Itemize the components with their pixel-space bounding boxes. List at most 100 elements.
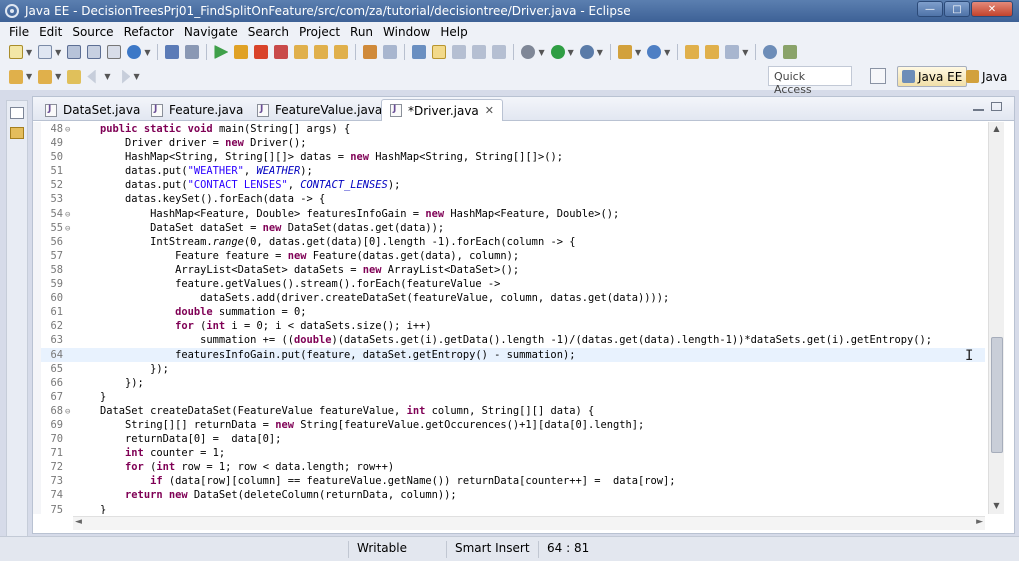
step-return-icon[interactable]	[334, 45, 349, 59]
scroll-left-icon[interactable]: ◄	[75, 517, 82, 527]
new-java-package-icon[interactable]	[617, 45, 632, 59]
code-line[interactable]: 75 }	[41, 503, 985, 514]
disconnect-icon[interactable]	[274, 45, 289, 59]
vertical-scrollbar[interactable]: ▲ ▼	[988, 122, 1004, 514]
code-line[interactable]: 73 if (data[row][column] == featureValue…	[41, 474, 985, 488]
run-icon[interactable]	[550, 45, 565, 59]
chevron-down-icon[interactable]: ▼	[26, 72, 32, 81]
menu-source[interactable]: Source	[67, 25, 118, 39]
chevron-down-icon[interactable]: ▼	[133, 72, 139, 81]
sync-icon[interactable]	[783, 45, 798, 59]
back-icon[interactable]	[87, 69, 96, 84]
terminate-icon[interactable]	[254, 45, 269, 59]
tab-dataset-java[interactable]: DataSet.java	[37, 99, 148, 121]
print-icon[interactable]	[107, 45, 122, 59]
horizontal-scrollbar[interactable]: ◄ ►	[73, 516, 985, 530]
maximize-editor-icon[interactable]	[991, 102, 1002, 111]
code-line[interactable]: 61 double summation = 0;	[41, 305, 985, 319]
code-line[interactable]: 52 datas.put("CONTACT LENSES", CONTACT_L…	[41, 178, 985, 192]
minimize-editor-icon[interactable]	[973, 102, 984, 111]
previous-annotation-icon[interactable]	[38, 69, 53, 84]
perspective-java-ee[interactable]: Java EE	[897, 66, 968, 87]
code-line[interactable]: 71 int counter = 1;	[41, 446, 985, 460]
code-line[interactable]: 72 for (int row = 1; row < data.length; …	[41, 460, 985, 474]
external-tools-icon[interactable]	[579, 45, 594, 59]
chevron-down-icon[interactable]: ▼	[664, 48, 670, 57]
pen-icon[interactable]	[725, 45, 740, 59]
chevron-down-icon[interactable]: ▼	[144, 48, 150, 57]
terminal-icon[interactable]	[165, 45, 180, 59]
close-button[interactable]: ✕	[971, 1, 1013, 17]
debug-icon[interactable]	[521, 45, 536, 59]
chevron-down-icon[interactable]: ▼	[104, 72, 110, 81]
fold-toggle-icon[interactable]: ⊖	[65, 123, 75, 137]
last-edit-location-icon[interactable]	[67, 69, 82, 84]
chevron-down-icon[interactable]: ▼	[635, 48, 641, 57]
menu-file[interactable]: File	[4, 25, 34, 39]
chevron-down-icon[interactable]: ▼	[742, 48, 748, 57]
close-icon[interactable]: ✕	[485, 104, 494, 117]
code-line[interactable]: 57 Feature feature = new Feature(datas.g…	[41, 249, 985, 263]
menu-search[interactable]: Search	[243, 25, 294, 39]
code-line[interactable]: 65 });	[41, 362, 985, 376]
minimize-button[interactable]: —	[917, 1, 943, 17]
save-icon[interactable]	[67, 45, 82, 59]
code-line[interactable]: 55 ⊖ DataSet dataSet = new DataSet(datas.…	[41, 221, 985, 235]
forward-icon[interactable]	[122, 69, 131, 84]
menu-navigate[interactable]: Navigate	[179, 25, 243, 39]
menu-edit[interactable]: Edit	[34, 25, 67, 39]
code-line[interactable]: 67 }	[41, 390, 985, 404]
menu-run[interactable]: Run	[345, 25, 378, 39]
next-annotation-icon[interactable]	[9, 69, 23, 84]
code-text-area[interactable]: 48 ⊖ public static void main(String[] arg…	[41, 122, 985, 514]
fold-toggle-icon[interactable]: ⊖	[65, 222, 75, 236]
code-line[interactable]: 49 Driver driver = new Driver();	[41, 136, 985, 150]
new-icon[interactable]	[9, 45, 23, 59]
code-line[interactable]: 53 datas.keySet().forEach(data -> {	[41, 192, 985, 206]
search-icon[interactable]	[412, 45, 427, 59]
word-wrap-icon[interactable]	[452, 45, 467, 59]
toggle-breakpoint-icon[interactable]	[185, 45, 200, 59]
open-perspective-icon[interactable]	[870, 68, 886, 84]
restore-icon[interactable]	[10, 107, 24, 119]
fold-toggle-icon[interactable]: ⊖	[65, 405, 75, 419]
mark-occurrences-icon[interactable]	[432, 45, 447, 59]
scroll-right-icon[interactable]: ►	[976, 517, 983, 527]
code-line[interactable]: 64 featuresInfoGain.put(feature, dataSet…	[41, 347, 985, 362]
perspective-java[interactable]: Java	[962, 66, 1011, 87]
step-over-icon[interactable]	[314, 45, 329, 59]
open-type-icon[interactable]	[363, 45, 378, 59]
code-line[interactable]: 70 returnData[0] = data[0];	[41, 432, 985, 446]
menu-project[interactable]: Project	[294, 25, 345, 39]
chevron-down-icon[interactable]: ▼	[568, 48, 574, 57]
open-task-icon[interactable]	[383, 45, 398, 59]
new-project-icon[interactable]	[38, 45, 53, 59]
suspend-icon[interactable]	[234, 45, 249, 59]
tab-featurevalue-java[interactable]: FeatureValue.java	[249, 99, 390, 121]
code-line[interactable]: 66 });	[41, 376, 985, 390]
code-line[interactable]: 48 ⊖ public static void main(String[] arg…	[41, 122, 985, 136]
fold-toggle-icon[interactable]: ⊖	[65, 208, 75, 222]
maximize-button[interactable]: □	[944, 1, 970, 17]
menu-window[interactable]: Window	[378, 25, 435, 39]
resume-icon[interactable]	[214, 45, 229, 59]
scroll-up-icon[interactable]: ▲	[991, 124, 1002, 135]
code-line[interactable]: 58 ArrayList<DataSet> dataSets = new Arr…	[41, 263, 985, 277]
chevron-down-icon[interactable]: ▼	[55, 48, 61, 57]
chevron-down-icon[interactable]: ▼	[538, 48, 544, 57]
code-line[interactable]: 74 return new DataSet(deleteColumn(retur…	[41, 488, 985, 502]
step-into-icon[interactable]	[294, 45, 309, 59]
chevron-down-icon[interactable]: ▼	[55, 72, 61, 81]
show-whitespace-icon[interactable]	[492, 45, 507, 59]
tab-driver-java[interactable]: *Driver.java ✕	[381, 99, 503, 121]
code-line[interactable]: 68 ⊖ DataSet createDataSet(FeatureValue f…	[41, 404, 985, 418]
quick-access-input[interactable]: Quick Access	[768, 66, 852, 96]
block-selection-icon[interactable]	[472, 45, 487, 59]
code-line[interactable]: 56 IntStream.range(0, datas.get(data)[0]…	[41, 235, 985, 249]
code-line[interactable]: 60 dataSets.add(driver.createDataSet(fea…	[41, 291, 985, 305]
code-line[interactable]: 51 datas.put("WEATHER", WEATHER);	[41, 164, 985, 178]
open-folder-icon[interactable]	[685, 45, 700, 59]
code-line[interactable]: 59 feature.getValues().stream().forEach(…	[41, 277, 985, 291]
tab-feature-java[interactable]: Feature.java	[143, 99, 251, 121]
chevron-down-icon[interactable]: ▼	[26, 48, 32, 57]
